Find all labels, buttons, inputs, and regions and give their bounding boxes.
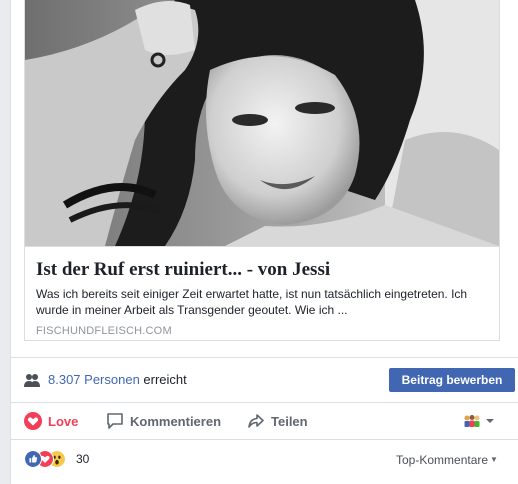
comment-icon (107, 413, 123, 429)
reaction-count[interactable]: 30 (76, 452, 89, 466)
reaction-icons[interactable] (24, 450, 74, 468)
action-bar: Love Kommentieren Teilen (11, 403, 518, 439)
link-meta[interactable]: Ist der Ruf erst ruiniert... - von Jessi… (25, 246, 499, 341)
share-label: Teilen (271, 413, 308, 429)
audience-selector[interactable] (463, 413, 499, 429)
audience-icon (464, 415, 480, 427)
comment-sort-dropdown[interactable]: Top-Kommentare ▼ (396, 453, 498, 467)
share-button[interactable]: Teilen (247, 403, 308, 439)
post-card: Ist der Ruf erst ruiniert... - von Jessi… (10, 0, 518, 484)
love-label: Love (48, 413, 79, 429)
love-button[interactable]: Love (24, 403, 78, 439)
comment-label: Kommentieren (130, 413, 222, 429)
link-description: Was ich bereits seit einiger Zeit erwart… (36, 287, 468, 317)
people-icon (24, 374, 40, 387)
article-image[interactable] (25, 0, 499, 246)
caret-down-icon: ▼ (490, 455, 498, 464)
heart-icon (24, 412, 42, 430)
like-reaction-icon (24, 450, 42, 468)
comment-button[interactable]: Kommentieren (106, 403, 221, 439)
article-photo (25, 0, 499, 246)
comment-sort-label: Top-Kommentare (396, 453, 489, 467)
divider (11, 357, 518, 358)
link-title[interactable]: Ist der Ruf erst ruiniert... - von Jessi (36, 259, 496, 281)
reach-suffix: erreicht (143, 372, 187, 387)
reactions-row: 30 Top-Kommentare ▼ (11, 448, 518, 472)
chevron-down-icon (486, 419, 494, 423)
reach-row: 8.307 Personen erreicht Beitrag bewerben (24, 368, 515, 392)
link-preview[interactable]: Ist der Ruf erst ruiniert... - von Jessi… (24, 0, 500, 341)
reach-text: 8.307 Personen erreicht (48, 372, 187, 387)
reach-count-link[interactable]: 8.307 Personen (48, 372, 140, 387)
share-icon (248, 414, 264, 428)
link-domain: FISCHUNDFLEISCH.COM (36, 325, 172, 337)
divider (11, 439, 518, 440)
boost-post-button[interactable]: Beitrag bewerben (389, 368, 515, 392)
